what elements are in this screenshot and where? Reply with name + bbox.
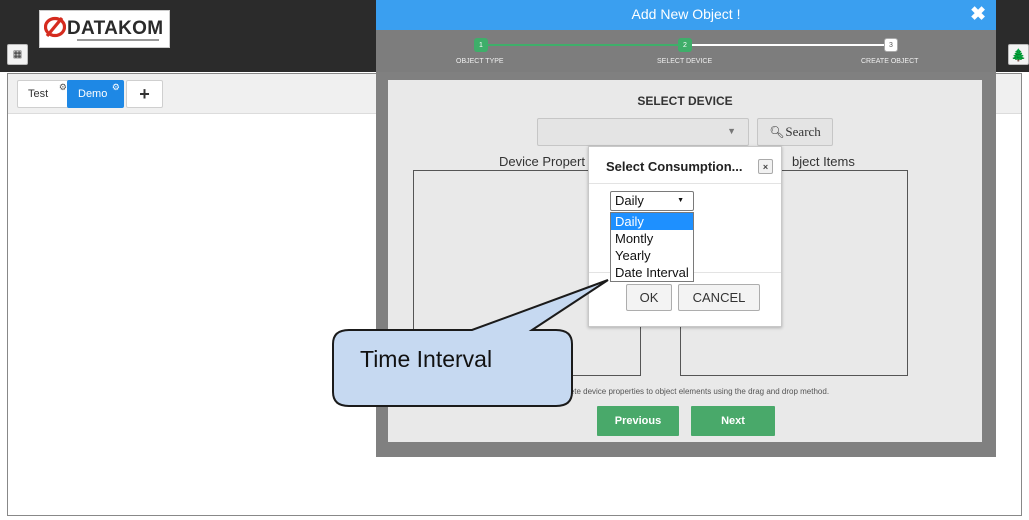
section-title: SELECT DEVICE	[637, 94, 733, 108]
consumption-type-select[interactable]: Daily ▼	[610, 191, 694, 211]
previous-button[interactable]: Previous	[597, 406, 679, 436]
step-1-label: OBJECT TYPE	[456, 58, 504, 65]
tab-label: Demo	[78, 88, 108, 100]
popup-title: Select Consumption...	[606, 159, 743, 174]
option-date-interval[interactable]: Date Interval	[611, 264, 693, 281]
option-daily[interactable]: Daily	[611, 213, 693, 230]
tab-test[interactable]: Test ⚙	[17, 80, 71, 108]
tab-demo[interactable]: Demo ⚙	[67, 80, 124, 108]
search-label: Search	[785, 124, 821, 139]
apps-grid-button[interactable]: ▦	[7, 44, 28, 65]
tree-button[interactable]: 🌲	[1008, 44, 1029, 65]
step-2-label: SELECT DEVICE	[657, 58, 713, 65]
consumption-type-value: Daily	[615, 193, 644, 208]
app-root: DATAKOM ▦ 🌲 Test ⚙ Demo ⚙ + Add New Obje…	[0, 0, 1029, 520]
chevron-down-icon: ▼	[727, 126, 736, 136]
select-consumption-dialog: Select Consumption... × Daily ▼ OK CANCE…	[588, 146, 782, 327]
device-select[interactable]: ▼	[537, 118, 749, 146]
instruction-text: lete device properties to object element…	[568, 387, 830, 396]
step-connector-done	[486, 44, 684, 46]
cancel-button[interactable]: CANCEL	[678, 284, 760, 311]
company-logo: DATAKOM	[39, 10, 170, 48]
step-3-label: CREATE OBJECT	[861, 58, 919, 65]
logo-text: DATAKOM	[67, 18, 164, 39]
divider	[589, 183, 781, 184]
grid-icon: ▦	[12, 48, 23, 60]
modal-header: Add New Object ! ✖	[376, 0, 996, 30]
consumption-options-list: Daily Montly Yearly Date Interval	[610, 212, 694, 282]
chevron-down-icon: ▼	[677, 197, 684, 204]
search-icon: 🔍︎	[769, 125, 785, 139]
gear-icon[interactable]: ⚙	[59, 82, 67, 93]
close-icon[interactable]: ×	[758, 159, 773, 174]
step-2-indicator: 2	[678, 38, 692, 52]
search-button[interactable]: 🔍︎ Search	[757, 118, 833, 146]
device-properties-header: Device Propert	[499, 154, 585, 169]
step-1-indicator: 1	[474, 38, 488, 52]
object-items-header: bject Items	[792, 154, 855, 169]
option-yearly[interactable]: Yearly	[611, 247, 693, 264]
tab-label: Test	[28, 88, 49, 100]
ok-button[interactable]: OK	[626, 284, 672, 311]
step-3-indicator: 3	[884, 38, 898, 52]
gear-icon[interactable]: ⚙	[112, 82, 120, 93]
add-tab-button[interactable]: +	[126, 80, 163, 108]
datakom-logo-mark-icon	[44, 16, 66, 38]
callout-text: Time Interval	[360, 346, 493, 372]
next-button[interactable]: Next	[691, 406, 775, 436]
modal-title: Add New Object !	[631, 6, 741, 22]
wizard-stepper: 1 2 3 OBJECT TYPE SELECT DEVICE CREATE O…	[376, 30, 996, 72]
option-montly[interactable]: Montly	[611, 230, 693, 247]
tree-icon: 🌲	[1011, 47, 1026, 62]
logo-subtext	[77, 39, 159, 41]
step-connector-pending	[692, 44, 884, 46]
close-icon[interactable]: ✖	[970, 3, 986, 26]
